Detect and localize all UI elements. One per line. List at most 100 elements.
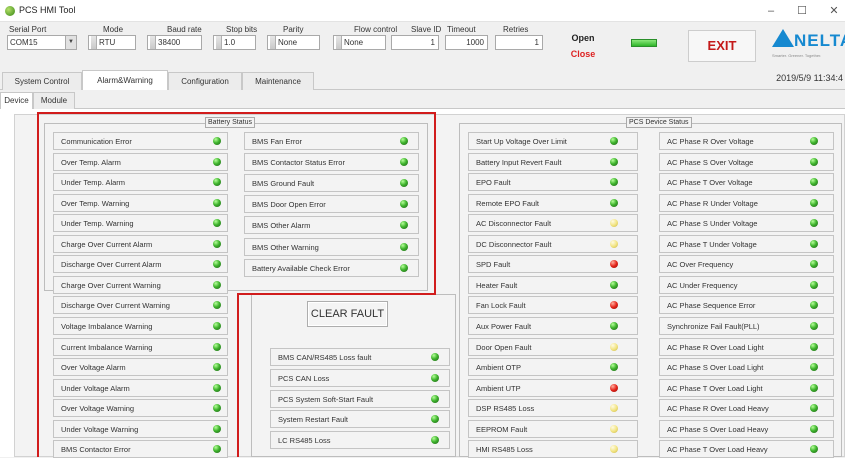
status-row-bms-other-warning: BMS Other Warning (244, 237, 419, 256)
status-led-green-icon (213, 321, 221, 330)
status-label: Battery Available Check Error (252, 263, 350, 273)
status-led-green-icon (810, 280, 818, 289)
mode-label: Mode (103, 25, 124, 34)
status-led-yellow-icon (610, 342, 618, 351)
timeout-field[interactable]: 1000 (445, 35, 488, 50)
status-label: Under Temp. Warning (61, 219, 134, 229)
status-led-yellow-icon (610, 445, 618, 454)
status-led-green-icon (610, 178, 618, 187)
status-led-green-icon (610, 137, 618, 145)
status-label: DC Disconnector Fault (476, 239, 552, 249)
status-row-pcs-system-soft-start-fault: PCS System Soft-Start Fault (270, 389, 450, 408)
baud-rate-value: 38400 (158, 38, 181, 47)
status-row-dsp-rs485-loss: DSP RS485 Loss (468, 399, 638, 418)
status-row-bms-other-alarm: BMS Other Alarm (244, 216, 419, 235)
status-label: AC Phase Sequence Error (667, 301, 756, 311)
status-label: Discharge Over Current Warning (61, 301, 170, 311)
status-label: Over Voltage Alarm (61, 363, 126, 373)
status-row-aux-power-fault: Aux Power Fault (468, 316, 638, 335)
status-label: PCS System Soft-Start Fault (278, 394, 374, 404)
status-label: AC Phase S Under Voltage (667, 219, 758, 229)
status-led-red-icon (610, 383, 618, 392)
status-led-green-icon (431, 373, 439, 382)
status-row-over-temp-warning: Over Temp. Warning (53, 193, 228, 212)
status-led-green-icon (810, 301, 818, 310)
status-led-green-icon (213, 157, 221, 166)
subtab-module[interactable]: Module (33, 92, 75, 109)
status-led-red-icon (610, 301, 618, 310)
status-label: Communication Error (61, 137, 132, 146)
stop-bits-stepper[interactable]: 1.0 (213, 35, 256, 50)
mode-stepper[interactable]: RTU (88, 35, 136, 50)
status-label: AC Phase R Over Load Heavy (667, 404, 769, 414)
status-row-ambient-otp: Ambient OTP (468, 358, 638, 377)
retries-field[interactable]: 1 (495, 35, 543, 50)
timeout-label: Timeout (447, 25, 476, 34)
spin-arrows-icon[interactable] (216, 36, 222, 49)
delta-logo: NELTA Smarter. Greener. Together. (768, 26, 845, 64)
status-label: AC Phase S Over Load Heavy (667, 424, 769, 434)
status-led-green-icon (213, 239, 221, 248)
status-label: Voltage Imbalance Warning (61, 321, 153, 331)
close-window-button[interactable]: ✕ (824, 3, 844, 19)
status-led-green-icon (810, 178, 818, 187)
open-button[interactable]: Open (563, 33, 603, 45)
status-led-green-icon (610, 157, 618, 166)
tab-configuration[interactable]: Configuration (168, 72, 242, 90)
status-led-green-icon (400, 242, 408, 251)
maximize-button[interactable]: ☐ (792, 3, 812, 19)
status-row-ac-phase-s-under-voltage: AC Phase S Under Voltage (659, 214, 834, 233)
status-led-green-icon (213, 383, 221, 392)
stop-bits-label: Stop bits (226, 25, 258, 34)
exit-button[interactable]: EXIT (688, 30, 756, 62)
parity-stepper[interactable]: None (267, 35, 320, 50)
serial-port-value: COM15 (10, 38, 38, 47)
tab-alarm-warning[interactable]: Alarm&Warning (82, 70, 168, 90)
flow-control-stepper[interactable]: None (333, 35, 386, 50)
status-label: Aux Power Fault (476, 321, 532, 331)
status-label: AC Disconnector Fault (476, 219, 552, 229)
status-led-green-icon (810, 383, 818, 392)
close-button[interactable]: Close (563, 48, 603, 62)
status-row-under-voltage-alarm: Under Voltage Alarm (53, 378, 228, 397)
status-led-green-icon (810, 157, 818, 166)
status-led-green-icon (213, 137, 221, 145)
highlight-outline-step (237, 293, 436, 295)
status-row-ac-phase-s-over-voltage: AC Phase S Over Voltage (659, 152, 834, 171)
serial-port-select[interactable]: COM15 ▼ (7, 35, 77, 50)
stop-bits-value: 1.0 (224, 38, 236, 47)
status-row-ac-disconnector-fault: AC Disconnector Fault (468, 214, 638, 233)
status-row-charge-over-current-alarm: Charge Over Current Alarm (53, 234, 228, 253)
status-label: Heater Fault (476, 280, 518, 290)
spin-arrows-icon[interactable] (270, 36, 276, 49)
chevron-down-icon[interactable]: ▼ (65, 36, 76, 49)
spin-arrows-icon[interactable] (150, 36, 156, 49)
status-led-green-icon (213, 363, 221, 372)
status-row-ac-phase-r-over-voltage: AC Phase R Over Voltage (659, 132, 834, 150)
clear-fault-button[interactable]: CLEAR FAULT (307, 301, 388, 327)
status-label: Remote EPO Fault (476, 198, 539, 208)
status-row-discharge-over-current-warning: Discharge Over Current Warning (53, 296, 228, 315)
tab-maintenance[interactable]: Maintenance (242, 72, 314, 90)
status-label: Over Temp. Warning (61, 198, 130, 208)
slave-id-field[interactable]: 1 (391, 35, 439, 50)
status-led-yellow-icon (610, 239, 618, 248)
highlight-outline-right-upper (434, 112, 436, 295)
status-row-battery-input-revert-fault: Battery Input Revert Fault (468, 152, 638, 171)
status-label: Start Up Voltage Over Limit (476, 137, 567, 146)
tab-system-control[interactable]: System Control (2, 72, 82, 90)
status-led-green-icon (400, 179, 408, 188)
status-led-green-icon (810, 363, 818, 372)
connection-status-indicator (631, 39, 657, 47)
pcs-status-title: PCS Device Status (626, 117, 692, 128)
status-row-ac-phase-r-over-load-light: AC Phase R Over Load Light (659, 337, 834, 356)
baud-rate-stepper[interactable]: 38400 (147, 35, 202, 50)
status-label: BMS Other Warning (252, 242, 319, 252)
status-row-discharge-over-current-alarm: Discharge Over Current Alarm (53, 255, 228, 274)
spin-arrows-icon[interactable] (336, 36, 342, 49)
minimize-button[interactable]: – (761, 3, 781, 19)
subtab-device[interactable]: Device (0, 92, 33, 109)
status-label: PCS CAN Loss (278, 373, 330, 383)
spin-arrows-icon[interactable] (91, 36, 97, 49)
status-label: DSP RS485 Loss (476, 404, 535, 414)
